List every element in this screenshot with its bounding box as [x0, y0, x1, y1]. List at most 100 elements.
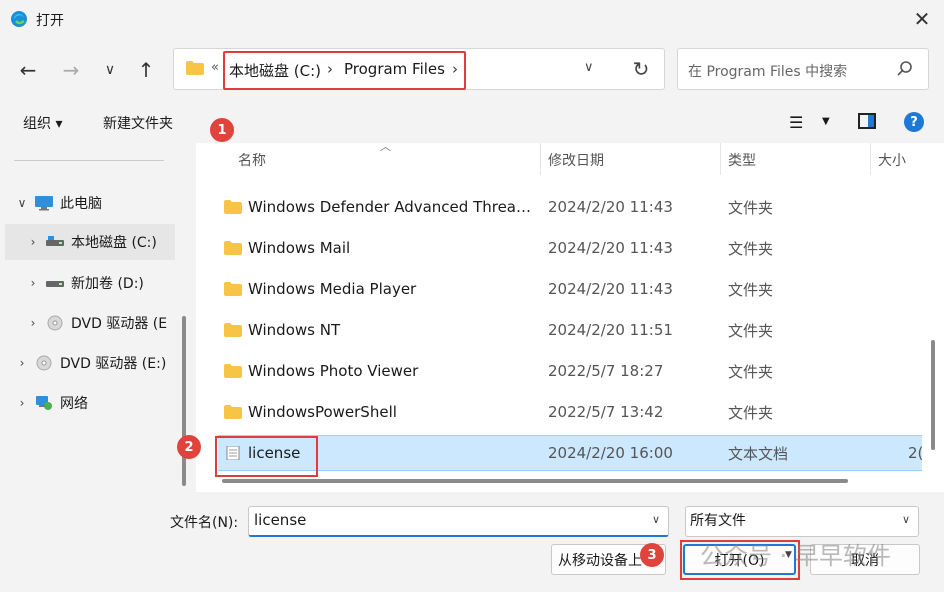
file-row-selected[interactable]: license 2024/2/20 16:00 文本文档 2(: [218, 435, 924, 471]
chevron-down-icon: ∨: [584, 60, 594, 75]
folder-icon: [224, 323, 242, 337]
chevron-right-icon[interactable]: ›: [25, 235, 41, 249]
caret-down-icon[interactable]: ▼: [822, 116, 830, 127]
folder-icon: [186, 61, 204, 75]
overflow-chevron[interactable]: «: [211, 60, 219, 75]
file-name: Windows Photo Viewer: [248, 362, 419, 380]
view-menu-button[interactable]: ☰: [789, 113, 803, 132]
file-type: 文件夹: [728, 321, 774, 340]
recent-locations-button[interactable]: ∨: [95, 55, 125, 85]
file-row[interactable]: Windows Media Player 2024/2/20 11:43 文件夹: [218, 271, 922, 307]
file-date: 2024/2/20 16:00: [548, 444, 673, 462]
column-separator[interactable]: [720, 143, 721, 175]
tree-item-dvd-drive-e[interactable]: › DVD 驱动器 (E:): [14, 345, 179, 381]
file-row[interactable]: Windows Photo Viewer 2022/5/7 18:27 文件夹: [218, 353, 922, 389]
horizontal-scrollbar[interactable]: [222, 479, 848, 483]
file-name: Windows Mail: [248, 239, 351, 257]
file-type: 文件夹: [728, 403, 774, 422]
column-header-type[interactable]: 类型: [728, 150, 756, 170]
help-button[interactable]: ?: [904, 112, 924, 132]
column-separator[interactable]: [870, 143, 871, 175]
file-type: 文件夹: [728, 362, 774, 381]
step-badge-3: 3: [640, 543, 664, 567]
file-size: 2(: [908, 444, 924, 462]
address-dropdown-button[interactable]: ∨: [584, 60, 594, 75]
back-button[interactable]: ←: [13, 55, 43, 85]
tree-item-label: DVD 驱动器 (E: [71, 316, 168, 332]
tree-item-local-disk-c[interactable]: › 本地磁盘 (C:): [5, 224, 175, 260]
file-row[interactable]: Windows Defender Advanced Threat... 2024…: [218, 189, 922, 225]
chevron-right-icon[interactable]: ›: [14, 396, 30, 410]
tree-item-label: DVD 驱动器 (E:): [60, 356, 167, 372]
monitor-icon: [35, 196, 53, 211]
selection-highlight-box: [215, 436, 318, 477]
chevron-right-icon[interactable]: ›: [14, 356, 30, 370]
column-header-date[interactable]: 修改日期: [548, 150, 604, 170]
file-date: 2024/2/20 11:43: [548, 198, 673, 216]
arrow-right-icon: →: [62, 58, 80, 82]
filename-input[interactable]: license: [248, 506, 669, 537]
arrow-left-icon: ←: [19, 58, 37, 82]
tree-scrollbar[interactable]: [182, 316, 186, 486]
file-name: Windows Defender Advanced Threat...: [248, 198, 536, 216]
chevron-down-icon[interactable]: ∨: [14, 196, 30, 210]
forward-button[interactable]: →: [56, 55, 86, 85]
file-row[interactable]: Windows NT 2024/2/20 11:51 文件夹: [218, 312, 922, 348]
file-date: 2024/2/20 11:43: [548, 239, 673, 257]
tree-item-label: 新加卷 (D:): [71, 276, 144, 292]
new-folder-button[interactable]: 新建文件夹: [103, 113, 173, 133]
close-icon: ✕: [913, 7, 931, 31]
up-button[interactable]: ↑: [131, 55, 161, 85]
file-date: 2024/2/20 11:51: [548, 321, 673, 339]
step-badge-1: 1: [210, 118, 234, 142]
file-type: 文本文档: [728, 444, 789, 463]
drive-icon: [46, 236, 64, 246]
help-icon: ?: [910, 114, 918, 130]
window-title: 打开: [36, 13, 64, 29]
file-name: Windows NT: [248, 321, 341, 339]
tree-item-network[interactable]: › 网络: [14, 385, 179, 421]
file-date: 2022/5/7 18:27: [548, 362, 664, 380]
file-row[interactable]: Windows Mail 2024/2/20 11:43 文件夹: [218, 230, 922, 266]
file-date: 2022/5/7 13:42: [548, 403, 664, 421]
vertical-scrollbar[interactable]: [931, 340, 935, 450]
filename-label: 文件名(N):: [170, 515, 239, 531]
column-separator[interactable]: [540, 143, 541, 175]
column-header-name[interactable]: 名称: [238, 150, 266, 170]
file-name: Windows Media Player: [248, 280, 417, 298]
tree-item-new-volume-d[interactable]: › 新加卷 (D:): [25, 265, 175, 301]
chevron-down-icon: ∨: [104, 62, 116, 78]
file-date: 2024/2/20 11:43: [548, 280, 673, 298]
folder-icon: [224, 200, 242, 214]
tree-divider: [14, 160, 164, 161]
filetype-select[interactable]: 所有文件: [685, 506, 919, 537]
search-icon[interactable]: [896, 60, 914, 78]
refresh-icon: ↻: [632, 57, 650, 81]
folder-icon: [224, 282, 242, 296]
tree-item-this-pc[interactable]: ∨ 此电脑: [14, 185, 184, 221]
step-badge-2: 2: [177, 435, 201, 459]
folder-icon: [224, 405, 242, 419]
chevron-down-icon[interactable]: ∨: [902, 513, 910, 526]
chevron-right-icon[interactable]: ›: [25, 276, 41, 290]
file-type: 文件夹: [728, 280, 774, 299]
refresh-button[interactable]: ↻: [628, 56, 654, 82]
organize-button[interactable]: 组织 ▾: [23, 113, 62, 133]
column-header-size[interactable]: 大小: [878, 150, 906, 170]
search-placeholder: 在 Program Files 中搜索: [688, 64, 848, 80]
sort-ascending-icon: ︿: [380, 140, 391, 153]
preview-pane-button[interactable]: [858, 113, 876, 129]
file-row[interactable]: WindowsPowerShell 2022/5/7 13:42 文件夹: [218, 394, 922, 430]
close-button[interactable]: ✕: [902, 2, 942, 36]
chevron-right-icon[interactable]: ›: [25, 316, 41, 330]
tree-item-label: 网络: [60, 396, 88, 412]
dvd-icon: [36, 355, 52, 371]
file-type: 文件夹: [728, 239, 774, 258]
tree-item-dvd-drive[interactable]: › DVD 驱动器 (E: [25, 305, 175, 341]
dvd-icon: [47, 315, 63, 331]
network-icon: [36, 396, 52, 410]
folder-icon: [224, 364, 242, 378]
list-view-icon: ☰: [789, 113, 804, 132]
tree-item-label: 此电脑: [60, 196, 102, 212]
chevron-down-icon[interactable]: ∨: [652, 513, 660, 526]
